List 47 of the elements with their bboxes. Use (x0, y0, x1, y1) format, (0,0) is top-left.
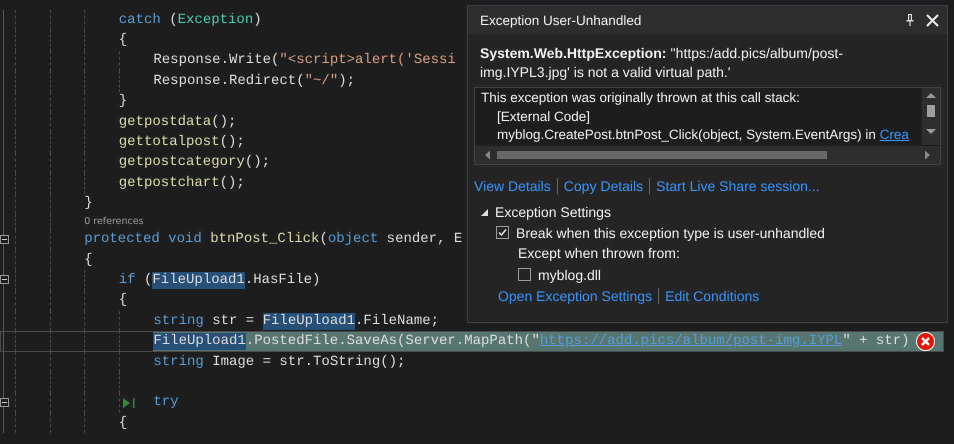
collapse-toggle[interactable] (0, 234, 9, 244)
code-line: Response.Redirect("~/"); (153, 72, 356, 90)
popup-title: Exception User-Unhandled (480, 12, 642, 28)
code-line: { (118, 32, 128, 50)
code-line: catch (Exception) (118, 12, 262, 29)
expander-icon[interactable] (480, 208, 489, 216)
pin-icon[interactable] (906, 14, 914, 26)
collapse-toggle[interactable] (0, 275, 9, 284)
except-label: Except when thrown from: (517, 244, 681, 263)
link[interactable]: View Details (474, 178, 551, 194)
code-line: protected void btnPost_Click(object sender, E (84, 231, 462, 248)
link[interactable]: Edit Conditions (665, 288, 760, 304)
call-stack-heading: This exception was originally thrown at this call stack: (481, 89, 801, 107)
code-line: { (118, 292, 128, 310)
code-line: getpostcategory(); (118, 154, 270, 172)
exception-message: System.Web.HttpException: ''https:/add.pics/album/post-img.IYPL3.jpg' is not a valid virtual path.' (480, 44, 844, 82)
code-line: } (84, 195, 93, 212)
horizontal-scrollbar[interactable] (475, 146, 940, 164)
checkbox[interactable] (496, 226, 509, 239)
run-to-click-icon[interactable] (122, 396, 136, 409)
link[interactable]: Copy Details (564, 178, 644, 194)
collapse-toggle[interactable] (0, 398, 9, 407)
link[interactable]: Start Live Share session... (656, 178, 820, 194)
code-line: try (153, 394, 179, 412)
code-line: gettotalpost(); (118, 134, 245, 152)
link[interactable]: Open Exception Settings (498, 288, 652, 304)
checkbox[interactable] (518, 268, 531, 281)
code-line: if (FileUpload1.HasFile) (118, 272, 320, 289)
code-line: FileUpload1.PostedFile.SaveAs(Server.MapPath("https://add.pics/album/post-img.IYPL" + str) (153, 333, 910, 350)
vertical-scrollbar[interactable] (922, 88, 940, 145)
checkbox-label: Break when this exception type is user-unhandled (516, 224, 825, 240)
code-line: Response.Write("<script>alert('Sessi (153, 52, 456, 70)
code-line: { (118, 414, 128, 432)
error-icon (916, 332, 935, 352)
close-icon[interactable] (926, 14, 939, 26)
code-line: string str = FileUpload1.FileName; (153, 312, 440, 330)
code-line: } (118, 93, 128, 110)
stack-frame: myblog.CreatePost.btnPost_Click(object, System.EventArgs) in (497, 126, 880, 144)
code-line: string Image = str.ToString(); (153, 354, 406, 371)
source-link[interactable]: Crea (880, 126, 909, 144)
code-line: getpostdata(); (118, 114, 236, 131)
code-line: { (84, 252, 93, 269)
references-count[interactable]: 0 references (84, 216, 144, 228)
module-label: myblog.dll (538, 266, 602, 282)
section-heading: Exception Settings (495, 204, 611, 220)
code-line: getpostchart(); (118, 174, 245, 192)
stack-frame: [External Code] (497, 108, 590, 126)
